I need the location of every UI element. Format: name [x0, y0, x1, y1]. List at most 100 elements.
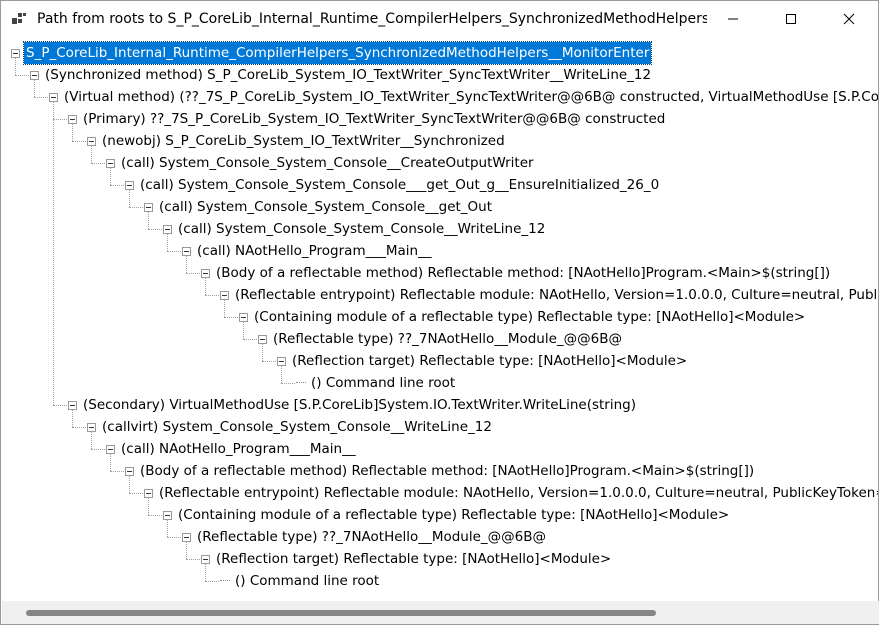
minimize-icon	[728, 18, 738, 20]
tree-node[interactable]: (Containing module of a reflectable type…	[239, 306, 807, 328]
collapse-toggle-icon[interactable]	[11, 48, 20, 58]
tree-connector	[91, 449, 105, 450]
tree-connector	[224, 300, 225, 317]
collapse-toggle-icon[interactable]	[87, 422, 96, 432]
tree-connector	[110, 185, 124, 186]
tree-node-label: (call) System_Console_System_Console__ge…	[159, 199, 493, 215]
tree-node[interactable]: (call) System_Console_System_Console__ge…	[144, 196, 494, 218]
collapse-toggle-icon[interactable]	[201, 554, 210, 564]
collapse-toggle-icon[interactable]	[163, 510, 172, 520]
tree-node[interactable]: (call) NAotHello_Program___Main__	[106, 438, 358, 460]
tree-connector	[34, 80, 35, 97]
collapse-toggle-icon[interactable]	[106, 444, 115, 454]
tree-node-label: (Virtual method) (??_7S_P_CoreLib_System…	[64, 89, 878, 105]
dependency-tree[interactable]: S_P_CoreLib_Internal_Runtime_CompilerHel…	[1, 39, 878, 601]
collapse-toggle-icon[interactable]	[106, 158, 115, 168]
tree-node[interactable]: () Command line root	[220, 570, 381, 592]
tree-node[interactable]: (call) System_Console_System_Console__Cr…	[106, 152, 536, 174]
tree-node[interactable]: (Containing module of a reflectable type…	[163, 504, 731, 526]
tree-node[interactable]: (newobj) S_P_CoreLib_System_IO_TextWrite…	[87, 130, 507, 152]
tree-node[interactable]: (call) System_Console_System_Console___g…	[125, 174, 661, 196]
collapse-toggle-icon[interactable]	[201, 268, 210, 278]
maximize-button[interactable]	[762, 1, 820, 37]
tree-node-label: (callvirt) System_Console_System_Console…	[102, 419, 492, 435]
tree-connector	[53, 119, 67, 120]
collapse-toggle-icon[interactable]	[87, 136, 96, 146]
path-window: Path from roots to S_P_CoreLib_Internal_…	[0, 0, 879, 625]
tree-connector	[91, 146, 92, 163]
collapse-toggle-icon[interactable]	[144, 488, 153, 498]
tree-node[interactable]: (Reflectable entrypoint) Reflectable mod…	[220, 284, 878, 306]
tree-connector	[205, 278, 206, 295]
tree-node-label: (Containing module of a reflectable type…	[178, 507, 730, 523]
tree-connector	[243, 339, 257, 340]
tree-node-label: (Reflection target) Reflectable type: [N…	[216, 551, 612, 567]
tree-node[interactable]: S_P_CoreLib_Internal_Runtime_CompilerHel…	[11, 41, 653, 65]
tree-connector	[262, 361, 276, 362]
collapse-toggle-icon[interactable]	[49, 92, 58, 102]
tree-node-label: (Primary) ??_7S_P_CoreLib_System_IO_Text…	[83, 111, 666, 127]
tree-connector	[15, 75, 29, 76]
tree-node-label: S_P_CoreLib_Internal_Runtime_CompilerHel…	[22, 41, 653, 65]
tree-connector	[205, 295, 219, 296]
collapse-toggle-icon[interactable]	[144, 202, 153, 212]
tree-connector	[205, 581, 219, 582]
close-button[interactable]	[820, 1, 878, 37]
collapse-toggle-icon[interactable]	[125, 466, 134, 476]
horizontal-scrollbar[interactable]	[2, 601, 879, 624]
tree-node[interactable]: (callvirt) System_Console_System_Console…	[87, 416, 494, 438]
tree-connector	[129, 207, 143, 208]
minimize-button[interactable]	[704, 1, 762, 37]
title-bar[interactable]: Path from roots to S_P_CoreLib_Internal_…	[1, 1, 878, 37]
collapse-toggle-icon[interactable]	[125, 180, 134, 190]
collapse-toggle-icon[interactable]	[68, 400, 77, 410]
tree-connector	[129, 190, 130, 207]
collapse-toggle-icon[interactable]	[30, 70, 39, 80]
tree-node-label: (Synchronized method) S_P_CoreLib_System…	[45, 67, 652, 83]
tree-node[interactable]: (Body of a reflectable method) Reflectab…	[125, 460, 756, 482]
tree-node-label: (call) System_Console_System_Console___g…	[140, 177, 660, 193]
tree-node-label: (call) System_Console_System_Console__Wr…	[178, 221, 546, 237]
tree-node[interactable]: (call) NAotHello_Program___Main__	[182, 240, 434, 262]
tree-node[interactable]: (Reflectable type) ??_7NAotHello__Module…	[182, 526, 548, 548]
tree-connector	[129, 476, 130, 493]
tree-connector	[167, 234, 168, 251]
collapse-toggle-icon[interactable]	[163, 224, 172, 234]
tree-node[interactable]: (call) System_Console_System_Console__Wr…	[163, 218, 547, 240]
tree-connector	[72, 410, 73, 427]
collapse-toggle-icon[interactable]	[182, 532, 191, 542]
tree-node[interactable]: (Secondary) VirtualMethodUse [S.P.CoreLi…	[68, 394, 638, 416]
tree-node[interactable]: (Reflectable entrypoint) Reflectable mod…	[144, 482, 878, 504]
tree-node[interactable]: (Primary) ??_7S_P_CoreLib_System_IO_Text…	[68, 108, 667, 130]
tree-connector	[167, 251, 181, 252]
tree-node-label: () Command line root	[311, 375, 456, 391]
tree-connector	[205, 564, 206, 581]
tree-node[interactable]: (Reflectable type) ??_7NAotHello__Module…	[258, 328, 624, 350]
collapse-toggle-icon[interactable]	[182, 246, 191, 256]
tree-connector	[110, 454, 111, 471]
scrollbar-thumb[interactable]	[26, 610, 656, 616]
tree-node[interactable]: (Body of a reflectable method) Reflectab…	[201, 262, 832, 284]
collapse-toggle-icon[interactable]	[68, 114, 77, 124]
close-icon	[843, 13, 855, 25]
tree-node[interactable]: (Reflection target) Reflectable type: [N…	[201, 548, 613, 570]
tree-connector	[15, 58, 16, 75]
tree-connector	[91, 163, 105, 164]
collapse-toggle-icon[interactable]	[258, 334, 267, 344]
tree-node[interactable]: (Reflection target) Reflectable type: [N…	[277, 350, 689, 372]
collapse-toggle-icon[interactable]	[239, 312, 248, 322]
tree-connector	[148, 212, 149, 229]
tree-connector	[34, 97, 48, 98]
tree-connector	[148, 498, 149, 515]
tree-connector	[262, 344, 263, 361]
tree-node-label: (call) NAotHello_Program___Main__	[121, 441, 356, 457]
tree-node[interactable]: (Synchronized method) S_P_CoreLib_System…	[30, 64, 653, 86]
tree-node[interactable]: (Virtual method) (??_7S_P_CoreLib_System…	[49, 86, 878, 108]
collapse-toggle-icon[interactable]	[277, 356, 286, 366]
collapse-toggle-icon[interactable]	[220, 290, 229, 300]
tree-node-label: (Reflectable entrypoint) Reflectable mod…	[235, 287, 878, 303]
tree-connector	[53, 405, 67, 406]
tree-node[interactable]: () Command line root	[296, 372, 457, 394]
tree-connector	[91, 432, 92, 449]
tree-connector	[224, 317, 238, 318]
